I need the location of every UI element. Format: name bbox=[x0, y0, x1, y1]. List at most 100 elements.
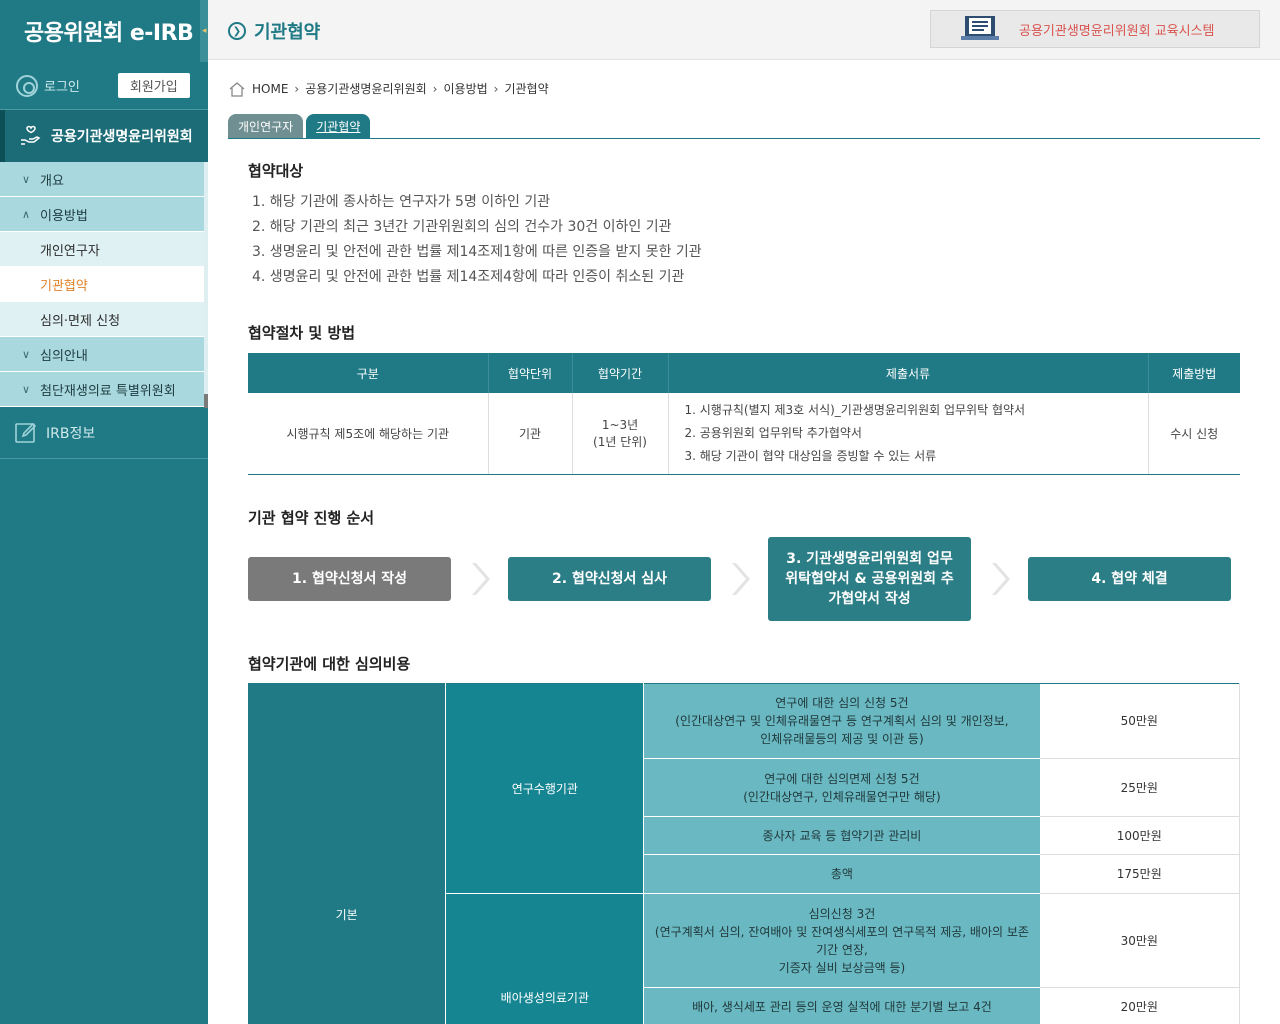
step-2: 2. 협약신청서 심사 bbox=[508, 557, 711, 601]
section-title-target: 협약대상 bbox=[248, 162, 304, 180]
table-header: 제출서류 bbox=[667, 353, 1148, 393]
steps-flow: 1. 협약신청서 작성 2. 협약신청서 심사 3. 기관생명윤리위원회 업무위… bbox=[248, 537, 1240, 621]
tab-agreement[interactable]: 기관협약 bbox=[306, 114, 371, 138]
edit-icon bbox=[15, 422, 37, 443]
sidebar-item-label: 심의안내 bbox=[40, 348, 88, 364]
sidebar: 공용위원회 e-IRB ◂ 로그인 회원가입 공용기관생명윤리위원회 ∨ 개요 … bbox=[0, 0, 208, 1024]
step-4: 4. 협약 체결 bbox=[1028, 557, 1231, 601]
site-logo[interactable]: 공용위원회 e-IRB ◂ bbox=[0, 0, 208, 62]
laptop-document-icon bbox=[961, 16, 999, 40]
doc-item: 2. 공용위원회 업무위탁 추가협약서 bbox=[684, 425, 862, 440]
sidebar-item-label: 첨단재생의료 특별위원회 bbox=[40, 383, 176, 399]
chevron-right-icon: › bbox=[493, 81, 499, 96]
table-cell: 시행규칙 제5조에 해당하는 기관 bbox=[248, 393, 488, 475]
step-1: 1. 협약신청서 작성 bbox=[248, 557, 451, 601]
fee-desc: 연구에 대한 심의 신청 5건 (인간대상연구 및 인체유래물연구 등 연구계획… bbox=[643, 683, 1040, 759]
fee-org-embryo: 배아생성의료기관 bbox=[445, 893, 645, 1024]
section-title-fees: 협약기관에 대한 심의비용 bbox=[248, 655, 411, 673]
fee-amount: 20만원 bbox=[1039, 987, 1240, 1024]
doc-item: 3. 해당 기관이 협약 대상임을 증빙할 수 있는 서류 bbox=[684, 448, 937, 463]
sub-menu: ∨ 개요 ∧ 이용방법 개인연구자 기관협약 심의·면제 신청 ∨ 심의안내 ∨… bbox=[0, 162, 204, 407]
section-title-procedure: 협약절차 및 방법 bbox=[248, 324, 356, 342]
table-header: 협약기간 bbox=[571, 353, 668, 393]
table-row: 시행규칙 제5조에 해당하는 기관 기관 1~3년 (1년 단위) 1. 시행규… bbox=[248, 393, 1240, 475]
menu-section-public-irb[interactable]: 공용기관생명윤리위원회 bbox=[0, 110, 208, 162]
fee-desc-line: 총액 bbox=[830, 867, 853, 881]
breadcrumb-usage[interactable]: 이용방법 bbox=[443, 80, 487, 97]
power-icon bbox=[16, 74, 38, 97]
education-system-label: 공용기관생명윤리위원회 교육시스템 bbox=[1019, 23, 1215, 39]
table-header: 구분 bbox=[248, 353, 488, 393]
fee-org-research: 연구수행기관 bbox=[445, 683, 645, 894]
table-cell: 기관 bbox=[487, 393, 572, 475]
sidebar-item-regenerative[interactable]: ∨ 첨단재생의료 특별위원회 bbox=[0, 372, 204, 407]
list-item: 3. 생명윤리 및 안전에 관한 법률 제14조제1항에 따른 인증을 받지 못… bbox=[252, 244, 702, 260]
table-header: 협약단위 bbox=[487, 353, 572, 393]
doc-item: 1. 시행규칙(별지 제3호 서식)_기관생명윤리위원회 업무위탁 협약서 bbox=[684, 402, 1026, 417]
sidebar-item-review-guide[interactable]: ∨ 심의안내 bbox=[0, 337, 204, 372]
fee-amount: 175만원 bbox=[1039, 854, 1240, 894]
table-row: 기본 연구수행기관 연구에 대한 심의 신청 5건 (인간대상연구 및 인체유래… bbox=[248, 683, 1240, 1024]
target-list: 1. 해당 기관에 종사하는 연구자가 5명 이하인 기관 2. 해당 기관의 … bbox=[252, 190, 702, 290]
collapse-arrow-icon: ◂ bbox=[201, 26, 207, 36]
login-link[interactable]: 로그인 bbox=[44, 76, 80, 95]
fee-desc-line: 종사자 교육 등 협약기관 관리비 bbox=[762, 828, 922, 843]
fee-desc-line: 배아, 생식세포 관리 등의 운영 실적에 대한 분기별 보고 4건 bbox=[692, 999, 992, 1014]
section-title-steps: 기관 협약 진행 순서 bbox=[248, 509, 375, 527]
chevron-up-icon: ∧ bbox=[22, 207, 31, 221]
site-logo-text: 공용위원회 e-IRB bbox=[24, 21, 194, 46]
breadcrumb: HOME › 공용기관생명윤리위원회 › 이용방법 › 기관협약 bbox=[228, 80, 549, 97]
sidebar-collapse-toggle[interactable]: ◂ bbox=[200, 0, 208, 62]
list-item: 1. 해당 기관에 종사하는 연구자가 5명 이하인 기관 bbox=[252, 194, 551, 210]
page-title: ❯ 기관협약 bbox=[228, 18, 320, 44]
fee-desc: 연구에 대한 심의면제 신청 5건 (인간대상연구, 인체유래물연구만 해당) bbox=[643, 758, 1040, 817]
hand-heart-icon bbox=[21, 125, 41, 145]
sidebar-subitem-review-apply[interactable]: 심의·면제 신청 bbox=[0, 302, 204, 337]
list-item: 2. 해당 기관의 최근 3년간 기관위원회의 심의 건수가 30건 이하인 기… bbox=[252, 219, 672, 235]
chevron-right-icon bbox=[472, 563, 490, 595]
sidebar-item-usage[interactable]: ∧ 이용방법 bbox=[0, 197, 204, 232]
fee-amount: 100만원 bbox=[1039, 816, 1240, 855]
chevron-down-icon: ∨ bbox=[22, 172, 31, 186]
signup-button[interactable]: 회원가입 bbox=[117, 73, 190, 98]
breadcrumb-agreement[interactable]: 기관협약 bbox=[504, 80, 548, 97]
table-cell: 1~3년 (1년 단위) bbox=[571, 393, 668, 475]
fee-desc: 심의신청 3건 (연구계획서 심의, 잔여배아 및 잔여생식세포의 연구목적 제… bbox=[643, 893, 1040, 988]
sidebar-item-overview[interactable]: ∨ 개요 bbox=[0, 162, 204, 197]
procedure-table: 구분 협약단위 협약기간 제출서류 제출방법 시행규칙 제5조에 해당하는 기관… bbox=[248, 353, 1240, 475]
list-item: 4. 생명윤리 및 안전에 관한 법률 제14조제4항에 따라 인증이 취소된 … bbox=[252, 269, 685, 285]
sidebar-subitem-individual[interactable]: 개인연구자 bbox=[0, 232, 204, 267]
table-header-row: 구분 협약단위 협약기간 제출서류 제출방법 bbox=[248, 353, 1240, 393]
fee-desc: 배아, 생식세포 관리 등의 운영 실적에 대한 분기별 보고 4건 bbox=[643, 987, 1040, 1024]
fee-desc-line: (인간대상연구 및 인체유래물연구 등 연구계획서 심의 및 개인정보, bbox=[675, 714, 1009, 728]
top-bar: ❯ 기관협약 공용기관생명윤리위원회 교육시스템 bbox=[208, 0, 1280, 60]
tab-bar: 개인연구자 기관협약 bbox=[228, 114, 1260, 139]
chevron-right-icon bbox=[732, 563, 750, 595]
fee-desc-line: (연구계획서 심의, 잔여배아 및 잔여생식세포의 연구목적 제공, 배아의 보… bbox=[654, 924, 1029, 939]
page-title-text: 기관협약 bbox=[254, 22, 321, 43]
fee-desc-line: 기증자 실비 보상금액 등) bbox=[778, 960, 906, 975]
sidebar-scrollbar[interactable] bbox=[204, 162, 208, 408]
menu-section-label: 공용기관생명윤리위원회 bbox=[51, 129, 193, 145]
chevron-down-icon: ∨ bbox=[22, 382, 31, 396]
irb-info-label: IRB정보 bbox=[46, 425, 96, 442]
fee-amount: 30만원 bbox=[1039, 893, 1240, 988]
fee-desc-line: 연구에 대한 심의면제 신청 5건 bbox=[764, 771, 920, 786]
fee-amount: 50만원 bbox=[1039, 683, 1240, 759]
auth-row: 로그인 회원가입 bbox=[0, 62, 208, 110]
breadcrumb-public-irb[interactable]: 공용기관생명윤리위원회 bbox=[305, 80, 426, 97]
sidebar-subitem-agreement[interactable]: 기관협약 bbox=[0, 267, 204, 302]
sidebar-item-label: 이용방법 bbox=[40, 208, 88, 224]
sidebar-item-irb-info[interactable]: IRB정보 bbox=[0, 407, 208, 459]
fee-desc-line: 인체유래물등의 제공 및 이관 등) bbox=[760, 732, 924, 746]
sidebar-item-label: 개요 bbox=[40, 173, 64, 189]
table-cell-docs: 1. 시행규칙(별지 제3호 서식)_기관생명윤리위원회 업무위탁 협약서 2.… bbox=[667, 393, 1148, 475]
fee-desc-line: 심의신청 3건 bbox=[808, 906, 876, 921]
chevron-right-icon bbox=[992, 563, 1010, 595]
period-note: (1년 단위) bbox=[593, 435, 647, 450]
period-value: 1~3년 bbox=[601, 418, 639, 433]
education-system-banner[interactable]: 공용기관생명윤리위원회 교육시스템 bbox=[930, 10, 1260, 48]
tab-individual[interactable]: 개인연구자 bbox=[228, 114, 304, 138]
breadcrumb-home[interactable]: HOME bbox=[252, 82, 288, 96]
fee-table: 기본 연구수행기관 연구에 대한 심의 신청 5건 (인간대상연구 및 인체유래… bbox=[248, 683, 1240, 1024]
